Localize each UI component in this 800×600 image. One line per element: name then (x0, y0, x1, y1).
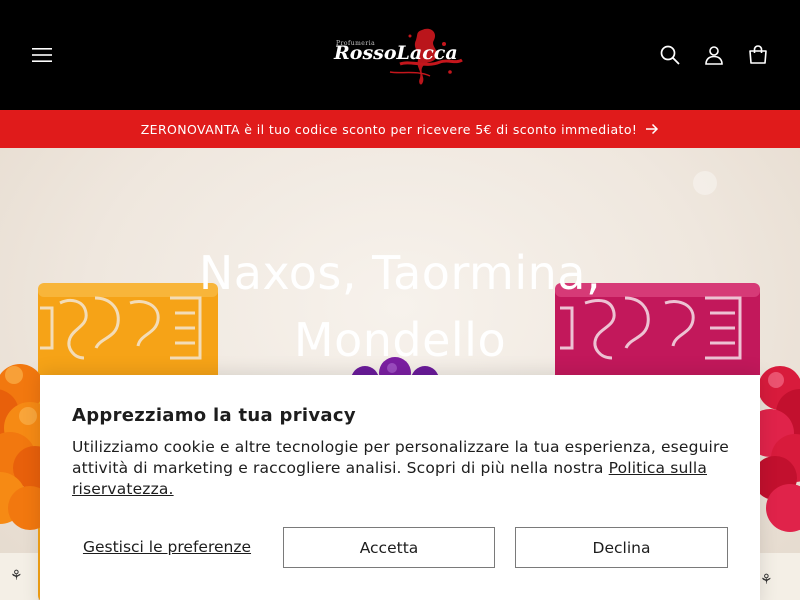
logo-text: RossoLacca (334, 42, 458, 64)
arrow-right-icon (646, 123, 659, 135)
announcement-bar[interactable]: ZERONOVANTA è il tuo codice sconto per r… (0, 110, 800, 148)
decline-button[interactable]: Declina (515, 527, 728, 568)
cookie-consent-banner: Apprezziamo la tua privacy Utilizziamo c… (40, 375, 760, 600)
hamburger-menu-icon (32, 48, 52, 62)
manage-preferences-button[interactable]: Gestisci le preferenze (76, 527, 258, 567)
menu-button[interactable] (22, 35, 62, 75)
account-icon (705, 46, 723, 65)
cart-icon (749, 45, 767, 64)
account-button[interactable] (694, 35, 734, 75)
accept-button[interactable]: Accetta (283, 527, 495, 568)
cookie-description: Utilizziamo cookie e altre tecnologie pe… (72, 437, 732, 500)
svg-text:⚘: ⚘ (760, 572, 773, 588)
brand-logo[interactable]: Profumeria RossoLacca (330, 24, 470, 90)
search-button[interactable] (650, 35, 690, 75)
site-header: Profumeria RossoLacca (0, 0, 800, 110)
svg-text:⚘: ⚘ (10, 568, 23, 584)
search-icon (660, 45, 680, 65)
cart-button[interactable] (738, 35, 778, 75)
cookie-title: Apprezziamo la tua privacy (72, 405, 356, 426)
hero-title: Naxos, Taormina, Mondello (198, 246, 602, 367)
announcement-text: ZERONOVANTA è il tuo codice sconto per r… (140, 121, 638, 137)
